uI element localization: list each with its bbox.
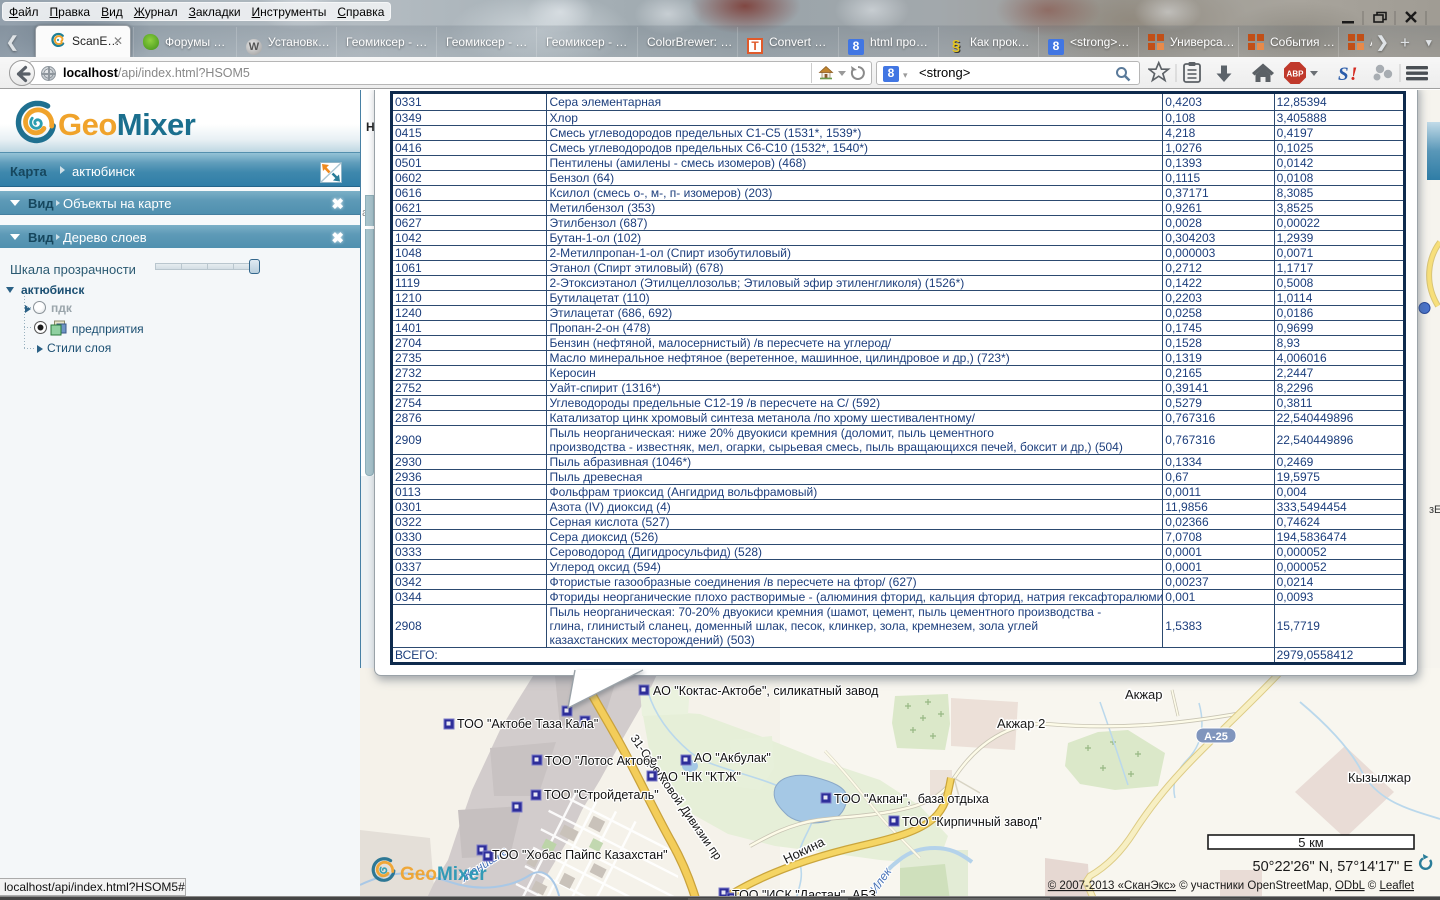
svg-text:Кызылжар: Кызылжар <box>1348 770 1411 785</box>
svg-text:А-25: А-25 <box>1204 731 1228 743</box>
svg-text:GeoMixer: GeoMixer <box>58 107 196 142</box>
svg-text:50°22'26" N, 57°14'17" E: 50°22'26" N, 57°14'17" E <box>1253 859 1414 875</box>
svg-text:S: S <box>1338 64 1349 85</box>
svg-text:зЕ: зЕ <box>1429 504 1440 516</box>
svg-text:GeoMixer: GeoMixer <box>400 864 487 885</box>
svg-text:!: ! <box>1350 64 1357 85</box>
svg-text:АО "НК "КТЖ": АО "НК "КТЖ" <box>660 770 741 784</box>
svg-text:ТОО "Акпан", база отдыха: ТОО "Акпан", база отдыха <box>834 792 989 806</box>
svg-text:ТОО "Кирпичный завод": ТОО "Кирпичный завод" <box>902 815 1042 829</box>
svg-text:ABP: ABP <box>1287 70 1305 79</box>
svg-text:5 км: 5 км <box>1298 835 1324 850</box>
svg-text:АО "Коктас-Актобе", силикатный: АО "Коктас-Актобе", силикатный завод <box>653 684 879 698</box>
svg-text:Акжар: Акжар <box>1125 687 1163 702</box>
svg-text:ТОО "Лотос Актобе": ТОО "Лотос Актобе" <box>545 754 661 768</box>
svg-text:ТОО "Хобас Пайпс Казахстан": ТОО "Хобас Пайпс Казахстан" <box>492 848 668 862</box>
svg-text:© 2007-2013 «СканЭкс» © участн: © 2007-2013 «СканЭкс» © участники OpenSt… <box>1048 880 1415 892</box>
svg-text:ТОО "Стройдеталь": ТОО "Стройдеталь" <box>544 788 659 802</box>
svg-text:Акжар 2: Акжар 2 <box>997 716 1045 731</box>
svg-text:ТОО "Актобе Таза Кала": ТОО "Актобе Таза Кала" <box>457 717 598 731</box>
svg-text:АО "Акбулак": АО "Акбулак" <box>694 751 771 765</box>
